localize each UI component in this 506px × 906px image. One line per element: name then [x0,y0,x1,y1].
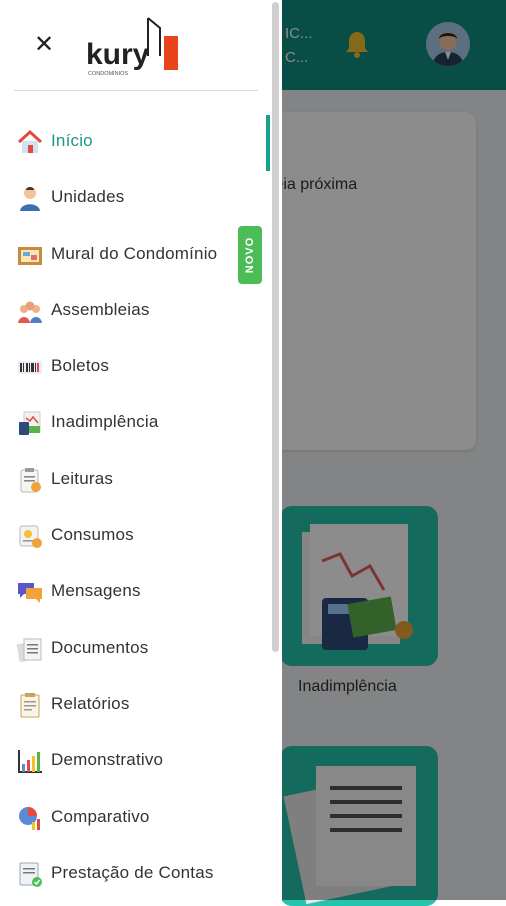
consumption-icon [19,525,42,549]
menu-label: Leituras [51,468,114,488]
drawer-menu: Início Unidades Mural do Condomínio Asse… [0,114,270,902]
clipboard-icon [20,467,41,493]
menu-item-demonstrativo[interactable]: Demonstrativo [0,733,270,789]
menu-item-prestacao-de-contas[interactable]: Prestação de Contas [0,846,270,902]
kury-logo: kury CONDOMÍNIOS [86,17,178,77]
menu-label: Unidades [51,187,125,207]
menu-label: Documentos [51,637,149,657]
new-badge: NOVO [238,226,262,284]
menu-item-boletos[interactable]: Boletos [0,339,270,395]
barcode-icon [18,361,42,375]
noticeboard-icon [18,246,42,265]
menu-label: Demonstrativo [51,750,164,770]
menu-label: Boletos [51,356,110,376]
drawer-divider [14,90,258,91]
menu-item-leituras[interactable]: Leituras [0,452,270,508]
debt-icon [19,411,41,436]
menu-item-assembleias[interactable]: Assembleias [0,283,270,339]
menu-label: Prestação de Contas [51,862,214,882]
menu-label: Mural do Condomínio [51,243,218,263]
logo-text: kury [86,38,150,71]
documents-icon [16,638,42,662]
menu-label: Inadimplência [51,412,159,432]
menu-label: Mensagens [51,581,141,601]
logo-subtext: CONDOMÍNIOS [88,70,128,77]
menu-item-inicio[interactable]: Início [0,114,270,170]
menu-item-mensagens[interactable]: Mensagens [0,564,270,620]
person-icon [20,187,40,212]
menu-item-mural[interactable]: Mural do Condomínio [0,227,270,283]
accounts-icon [19,862,42,887]
active-indicator [266,115,270,171]
menu-label: Relatórios [51,693,130,713]
menu-label: Consumos [51,525,134,545]
menu-label: Início [51,131,93,150]
new-badge-text: NOVO [244,236,256,274]
navigation-drawer: ✕ kury CONDOMÍNIOS Início Unidades Mural… [0,0,282,900]
close-icon[interactable]: ✕ [30,30,58,58]
report-icon [20,692,40,718]
menu-item-documentos[interactable]: Documentos [0,621,270,677]
chat-icon [18,583,42,604]
group-icon [18,301,42,323]
menu-item-relatorios[interactable]: Relatórios [0,677,270,733]
menu-item-comparativo[interactable]: Comparativo [0,790,270,846]
menu-label: Comparativo [51,806,150,826]
menu-item-unidades[interactable]: Unidades [0,170,270,226]
bar-chart-icon [18,750,42,774]
menu-item-inadimplencia[interactable]: Inadimplência [0,395,270,451]
menu-item-consumos[interactable]: Consumos [0,508,270,564]
drawer-scrollbar[interactable] [272,2,279,652]
home-icon [17,129,43,153]
pie-chart-icon [19,806,40,830]
menu-label: Assembleias [51,299,150,319]
